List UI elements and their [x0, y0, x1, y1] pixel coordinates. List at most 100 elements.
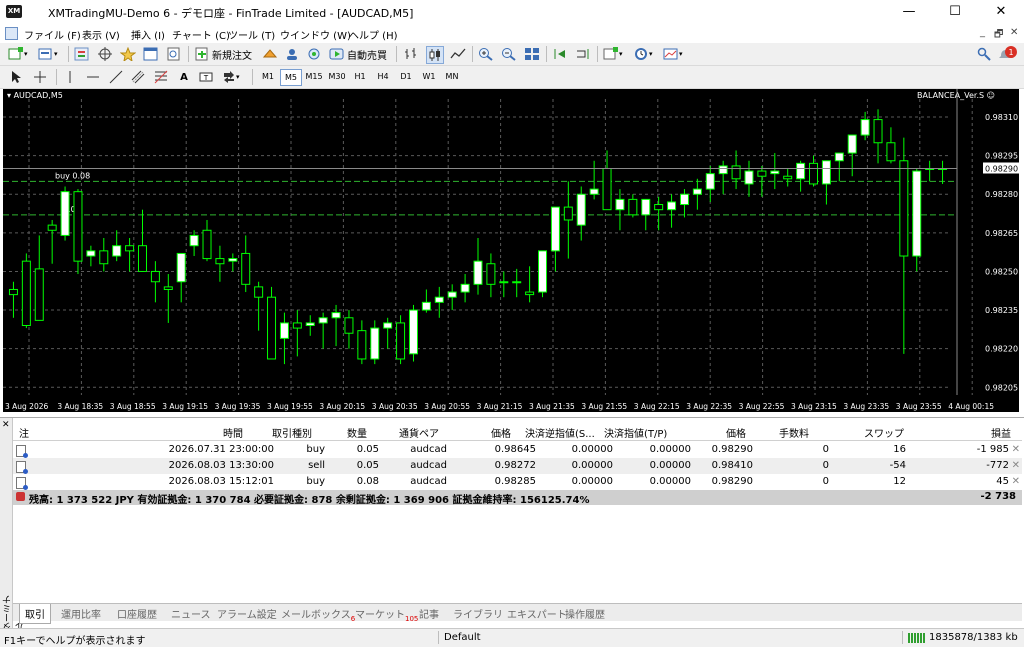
navigator-icon[interactable] — [120, 46, 136, 62]
col-commission[interactable]: 手数料 — [779, 425, 809, 440]
notifications-icon[interactable]: 1 — [998, 46, 1018, 62]
tab-journal[interactable]: 操作履歴 — [565, 606, 605, 621]
new-order-button[interactable]: 新規注文 — [194, 46, 252, 62]
terminal-close-icon[interactable]: ✕ — [2, 420, 10, 430]
tab-trade[interactable]: 取引 — [19, 604, 51, 624]
periods-icon[interactable]: ▾ — [633, 46, 653, 62]
market-icon[interactable] — [262, 46, 278, 62]
vertical-line-icon[interactable] — [62, 69, 78, 85]
tab-mailbox[interactable]: メールボックス6 — [281, 606, 355, 623]
minimize-button[interactable]: — — [886, 0, 932, 24]
price-chart[interactable]: ▾ AUDCAD,M5 BALANCEA_Ver.S ☺ 0.98310 0.98… — [3, 89, 1019, 412]
tile-windows-icon[interactable] — [524, 46, 540, 62]
indicators-icon[interactable]: ▾ — [603, 46, 623, 62]
tab-news[interactable]: ニュース — [171, 606, 211, 621]
close-order-icon[interactable]: ✕ — [1012, 460, 1020, 471]
y-tick-label: 0.98280 — [985, 190, 1018, 199]
bar-chart-icon[interactable] — [403, 46, 419, 62]
tab-account-history[interactable]: 口座履歴 — [117, 606, 157, 621]
tester-icon[interactable] — [166, 46, 182, 62]
close-order-icon[interactable]: ✕ — [1012, 444, 1020, 455]
timeframe-m1[interactable]: M1 — [258, 69, 278, 84]
crosshair-icon[interactable] — [32, 69, 48, 85]
col-open-price[interactable]: 価格 — [491, 425, 511, 440]
timeframe-h4[interactable]: H4 — [373, 69, 393, 84]
menu-file[interactable]: ファイル (F) — [24, 27, 81, 42]
candle-body — [525, 291, 535, 296]
child-window-icon[interactable] — [5, 27, 18, 40]
table-row[interactable]: 2026.07.31 23:00:00 buy 0.05 audcad 0.98645 0… — [13, 442, 1022, 458]
x-tick-label: 3 Aug 20:55 — [424, 402, 470, 411]
candle-body — [796, 162, 806, 180]
timeframe-m5[interactable]: M5 — [280, 69, 302, 86]
tab-market[interactable]: マーケット105 — [355, 606, 418, 623]
col-order[interactable]: 注 — [19, 425, 29, 440]
col-volume[interactable]: 数量 — [347, 425, 367, 440]
x-tick-label: 3 Aug 22:15 — [634, 402, 680, 411]
col-type[interactable]: 取引種別 — [272, 425, 312, 440]
table-row[interactable]: 2026.08.03 15:12:01 buy 0.08 audcad 0.98285 0… — [13, 474, 1022, 490]
arrows-icon[interactable]: ▾ — [222, 69, 240, 85]
menu-chart[interactable]: チャート (C) — [172, 27, 230, 42]
col-current-price[interactable]: 価格 — [726, 425, 746, 440]
col-take-profit[interactable]: 決済指値(T/P) — [604, 425, 667, 440]
text-label-icon[interactable]: T — [198, 69, 214, 85]
line-chart-icon[interactable] — [450, 46, 466, 62]
status-profile[interactable]: Default — [444, 632, 481, 643]
timeframe-h1[interactable]: H1 — [350, 69, 370, 84]
mdi-restore-button[interactable]: 🗗 — [994, 27, 1003, 44]
tab-alerts[interactable]: アラーム設定 — [217, 606, 277, 621]
menu-tools[interactable]: ツール (T) — [228, 27, 275, 42]
col-stop-loss[interactable]: 決済逆指値(S... — [525, 425, 595, 440]
timeframe-mn[interactable]: MN — [442, 69, 462, 84]
menu-help[interactable]: ヘルプ (H) — [349, 27, 398, 42]
tab-exposure[interactable]: 運用比率 — [61, 606, 101, 621]
zoom-out-icon[interactable] — [501, 46, 517, 62]
menu-window[interactable]: ウインドウ (W) — [280, 27, 351, 42]
col-profit[interactable]: 損益 — [991, 425, 1011, 440]
cursor-icon[interactable] — [8, 69, 24, 85]
candle-body — [137, 245, 147, 272]
terminal-icon[interactable] — [143, 46, 159, 62]
candle-body — [847, 134, 857, 154]
trendline-icon[interactable] — [108, 69, 124, 85]
menu-insert[interactable]: 挿入 (I) — [131, 27, 165, 42]
market-watch-icon[interactable] — [74, 46, 90, 62]
autotrade-button[interactable]: 自動売買 — [329, 46, 387, 62]
timeframe-w1[interactable]: W1 — [419, 69, 439, 84]
menu-view[interactable]: 表示 (V) — [82, 27, 120, 42]
fibonacci-icon[interactable] — [153, 69, 169, 85]
mdi-close-button[interactable]: ✕ — [1010, 27, 1018, 38]
tab-experts[interactable]: エキスパート — [507, 606, 567, 621]
data-window-icon[interactable] — [97, 46, 113, 62]
channel-icon[interactable] — [130, 69, 146, 85]
close-button[interactable]: ✕ — [978, 0, 1024, 24]
maximize-button[interactable]: ☐ — [932, 0, 978, 24]
zoom-in-icon[interactable] — [478, 46, 494, 62]
account-icon[interactable] — [284, 46, 300, 62]
text-tool-icon[interactable]: A — [176, 69, 192, 85]
horizontal-line-icon[interactable] — [85, 69, 101, 85]
table-row[interactable]: 2026.08.03 13:30:00 sell 0.05 audcad 0.98272… — [13, 458, 1022, 474]
table-cell: 16 — [893, 444, 906, 455]
templates-icon[interactable]: ▾ — [663, 46, 683, 62]
x-tick-label: 3 Aug 22:55 — [739, 402, 785, 411]
tab-library[interactable]: ライブラリ — [453, 606, 503, 621]
col-swap[interactable]: スワップ — [864, 425, 904, 440]
timeframe-m30[interactable]: M30 — [327, 69, 347, 84]
col-time[interactable]: 時間 — [223, 425, 243, 440]
new-chart-icon[interactable]: ▾ — [8, 46, 28, 62]
signals-icon[interactable] — [306, 46, 322, 62]
search-icon[interactable] — [976, 46, 992, 62]
col-symbol[interactable]: 通貨ペア — [399, 425, 439, 440]
chart-shift-icon[interactable] — [575, 46, 591, 62]
close-order-icon[interactable]: ✕ — [1012, 476, 1020, 487]
timeframe-d1[interactable]: D1 — [396, 69, 416, 84]
drawing-toolbar: A T ▾ M1 M5 M15 M30 H1 H4 D1 W1 MN — [0, 66, 1024, 89]
tab-articles[interactable]: 記事 — [419, 606, 439, 621]
auto-scroll-icon[interactable] — [552, 46, 568, 62]
profiles-icon[interactable]: ▾ — [38, 46, 58, 62]
mdi-minimize-button[interactable]: _ — [980, 27, 985, 38]
timeframe-m15[interactable]: M15 — [304, 69, 324, 84]
candlestick-icon[interactable] — [426, 46, 444, 64]
